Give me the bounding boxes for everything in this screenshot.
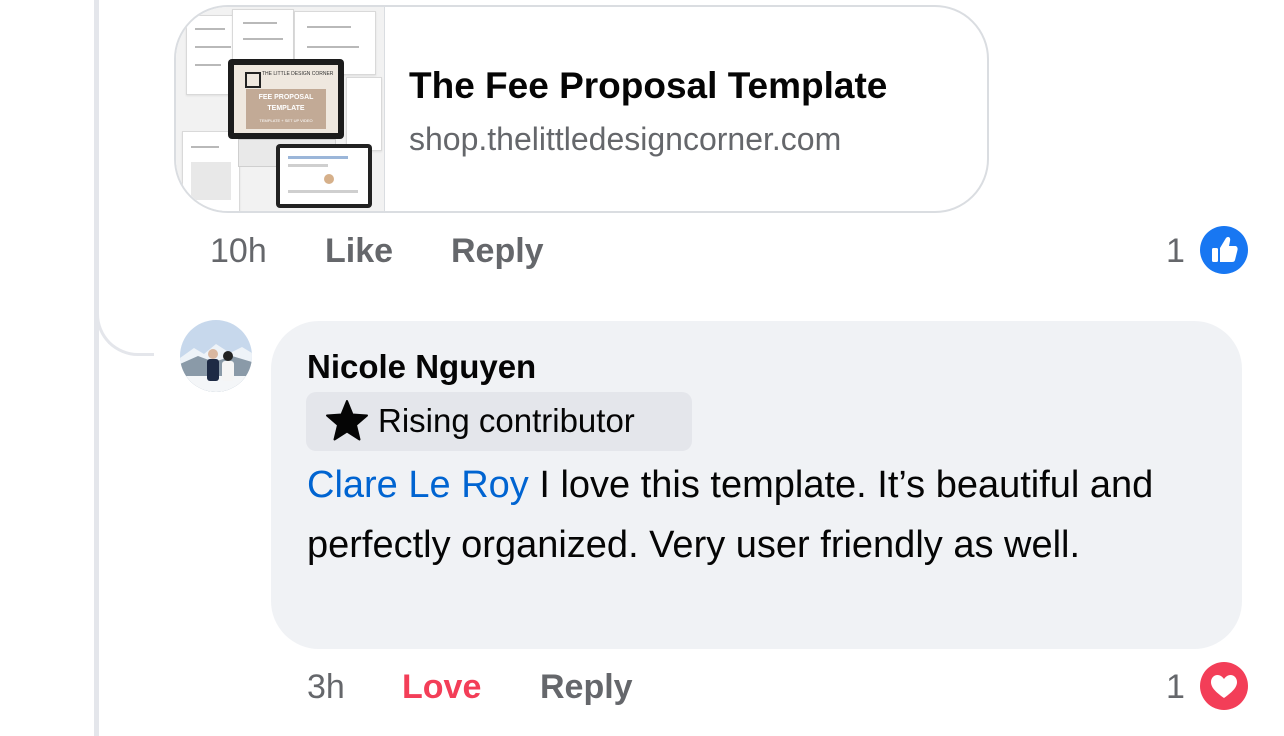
thumbnail-banner: FEE PROPOSAL TEMPLATE TEMPLATE + SET UP … — [246, 89, 326, 129]
thumbnail-page — [346, 77, 382, 151]
reply-button[interactable]: Reply — [451, 232, 544, 271]
tablet-mockup — [276, 144, 372, 208]
heart-icon[interactable] — [1200, 662, 1248, 710]
like-icon[interactable] — [1200, 226, 1248, 274]
comment-timestamp[interactable]: 10h — [210, 232, 267, 271]
like-button[interactable]: Like — [325, 232, 393, 271]
play-icon — [324, 174, 334, 184]
star-icon — [326, 400, 368, 441]
thumbnail-brand: THE LITTLE DESIGN CORNER — [262, 71, 334, 77]
reaction-count[interactable]: 1 — [1166, 668, 1185, 707]
avatar[interactable] — [180, 320, 252, 392]
thumbnail-heading-line1: FEE PROPOSAL — [258, 94, 314, 101]
reply-button[interactable]: Reply — [540, 668, 633, 707]
reaction-count[interactable]: 1 — [1166, 232, 1185, 271]
link-thumbnail: THE LITTLE DESIGN CORNER FEE PROPOSAL TE… — [176, 7, 385, 211]
contributor-badge[interactable]: Rising contributor — [306, 392, 692, 451]
comment-text: Clare Le Roy I love this template. It’s … — [307, 455, 1227, 575]
user-mention[interactable]: Clare Le Roy — [307, 464, 529, 506]
thumbnail-page — [182, 131, 240, 211]
laptop-mockup: THE LITTLE DESIGN CORNER FEE PROPOSAL TE… — [228, 59, 344, 139]
thread-connector — [96, 0, 154, 356]
brand-logo — [245, 72, 261, 88]
badge-label: Rising contributor — [378, 402, 635, 439]
comment-timestamp[interactable]: 3h — [307, 668, 345, 707]
link-title[interactable]: The Fee Proposal Template — [409, 65, 887, 107]
thumbnail-heading-line2: TEMPLATE — [267, 105, 305, 112]
link-preview-card[interactable]: THE LITTLE DESIGN CORNER FEE PROPOSAL TE… — [174, 5, 989, 213]
thumbnail-subheading: TEMPLATE + SET UP VIDEO — [259, 118, 313, 123]
love-button[interactable]: Love — [402, 668, 481, 707]
link-domain: shop.thelittledesigncorner.com — [409, 121, 842, 157]
comment-author[interactable]: Nicole Nguyen — [307, 348, 536, 386]
